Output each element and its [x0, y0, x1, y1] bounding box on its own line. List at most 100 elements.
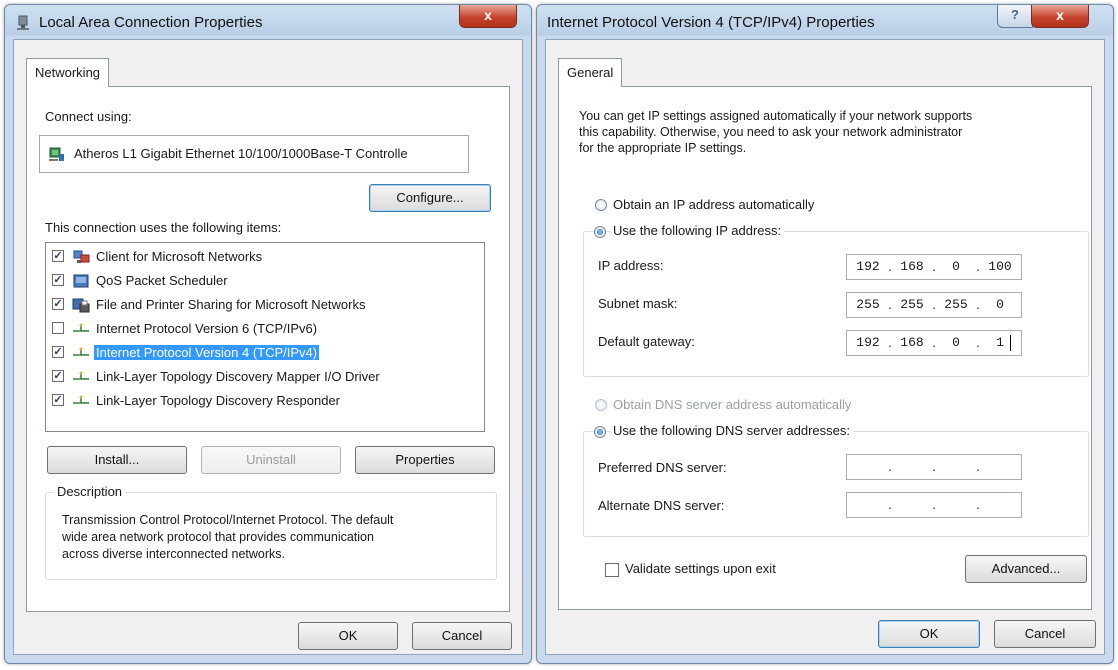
item-checkbox[interactable]: ✓ — [52, 394, 64, 406]
obtain-ip-auto-label: Obtain an IP address automatically — [613, 197, 815, 212]
item-checkbox[interactable]: ✓ — [52, 370, 64, 382]
subnet-mask-field[interactable]: 255 . 255 . 255 . 0 — [846, 292, 1022, 318]
install-button[interactable]: Install... — [47, 446, 187, 474]
octet-separator: . — [888, 335, 892, 350]
use-following-dns-radio[interactable] — [594, 426, 606, 438]
tab-networking[interactable]: Networking — [26, 58, 110, 87]
item-label: Internet Protocol Version 6 (TCP/IPv6) — [96, 321, 318, 336]
ipv4-properties-dialog: Internet Protocol Version 4 (TCP/IPv4) P… — [536, 4, 1114, 664]
obtain-dns-auto-radio[interactable] — [595, 399, 607, 411]
octet: 100 — [988, 259, 1012, 274]
dns-server-group: Use the following DNS server addresses: … — [583, 423, 1089, 537]
default-gateway-field[interactable]: 192 . 168 . 0 . 1 — [846, 330, 1022, 356]
item-label: Link-Layer Topology Discovery Mapper I/O… — [96, 369, 380, 384]
item-checkbox[interactable]: ✓ — [52, 250, 64, 262]
octet-separator: . — [932, 497, 936, 512]
validate-settings-checkbox[interactable] — [605, 563, 619, 577]
cancel-button[interactable]: Cancel — [412, 622, 512, 650]
use-following-ip-radio[interactable] — [594, 226, 606, 238]
title-bar[interactable]: Local Area Connection Properties x — [5, 5, 531, 39]
octet: 0 — [952, 259, 960, 274]
dialog-client-area: General You can get IP settings assigned… — [545, 39, 1105, 655]
text-cursor — [1010, 335, 1011, 351]
ip-address-field[interactable]: 192 . 168 . 0 . 100 — [846, 254, 1022, 280]
connection-items-list: ✓ Client for Microsoft Networks ✓ QoS Pa… — [45, 242, 485, 432]
description-title: Description — [54, 484, 126, 499]
octet-separator: . — [976, 335, 980, 350]
qos-icon — [73, 274, 89, 288]
use-following-dns-label: Use the following DNS server addresses: — [610, 423, 853, 438]
alternate-dns-field[interactable]: . . . — [846, 492, 1022, 518]
description-line-3: across diverse interconnected networks. — [62, 547, 286, 561]
item-label: Internet Protocol Version 4 (TCP/IPv4) — [94, 345, 320, 360]
validate-settings-label: Validate settings upon exit — [625, 561, 776, 576]
local-area-connection-properties-dialog: Local Area Connection Properties x Netwo… — [4, 4, 532, 664]
intro-line-3: for the appropriate IP settings. — [579, 141, 747, 155]
uninstall-button[interactable]: Uninstall — [201, 446, 341, 474]
cancel-button[interactable]: Cancel — [994, 620, 1096, 648]
description-line-2: wide area network protocol that provides… — [62, 530, 374, 544]
alternate-dns-label: Alternate DNS server: — [598, 498, 725, 513]
item-checkbox[interactable]: ✓ — [52, 298, 64, 310]
item-checkbox[interactable]: ✓ — [52, 274, 64, 286]
ok-button[interactable]: OK — [878, 620, 980, 648]
dialog-title: Internet Protocol Version 4 (TCP/IPv4) P… — [547, 14, 875, 31]
protocol-icon — [73, 371, 89, 380]
close-button[interactable]: x — [459, 5, 517, 28]
default-gateway-label: Default gateway: — [598, 334, 695, 349]
networking-tab-panel: Connect using: Atheros L1 Gigabit Ethern… — [26, 86, 510, 612]
octet-separator: . — [976, 259, 980, 274]
adapter-name: Atheros L1 Gigabit Ethernet 10/100/1000B… — [74, 146, 408, 161]
preferred-dns-field[interactable]: . . . — [846, 454, 1022, 480]
dialog-title: Local Area Connection Properties — [39, 14, 263, 31]
title-bar[interactable]: Internet Protocol Version 4 (TCP/IPv4) P… — [537, 5, 1113, 39]
general-tab-panel: You can get IP settings assigned automat… — [558, 86, 1092, 610]
octet-separator: . — [888, 259, 892, 274]
octet: 255 — [900, 297, 924, 312]
obtain-dns-auto-label: Obtain DNS server address automatically — [613, 397, 852, 412]
dialog-client-area: Networking Connect using: Atheros L1 Gig… — [13, 39, 523, 655]
octet-separator: . — [932, 259, 936, 274]
preferred-dns-label: Preferred DNS server: — [598, 460, 727, 475]
configure-button[interactable]: Configure... — [369, 184, 491, 212]
properties-button[interactable]: Properties — [355, 446, 495, 474]
ip-address-label: IP address: — [598, 258, 664, 273]
octet-separator: . — [932, 459, 936, 474]
use-following-ip-label: Use the following IP address: — [610, 223, 785, 238]
item-checkbox[interactable] — [52, 322, 64, 334]
octet-separator: . — [888, 297, 892, 312]
intro-line-1: You can get IP settings assigned automat… — [579, 109, 973, 123]
network-client-icon — [73, 250, 90, 263]
item-label: QoS Packet Scheduler — [96, 273, 228, 288]
close-button[interactable]: x — [1031, 5, 1089, 28]
octet-separator: . — [932, 335, 936, 350]
tab-general[interactable]: General — [558, 58, 623, 87]
obtain-ip-auto-radio[interactable] — [595, 199, 607, 211]
octet-separator: . — [976, 497, 980, 512]
ip-address-group: Use the following IP address: IP address… — [583, 223, 1089, 377]
item-checkbox[interactable]: ✓ — [52, 346, 64, 358]
octet-separator: . — [888, 497, 892, 512]
octet: 0 — [952, 335, 960, 350]
octet-separator: . — [888, 459, 892, 474]
octet: 192 — [856, 335, 880, 350]
octet-separator: . — [932, 297, 936, 312]
octet: 0 — [996, 297, 1004, 312]
ok-button[interactable]: OK — [298, 622, 398, 650]
octet: 168 — [900, 335, 924, 350]
connect-using-label: Connect using: — [45, 109, 132, 124]
protocol-icon — [73, 395, 89, 404]
advanced-button[interactable]: Advanced... — [965, 555, 1087, 583]
network-adapter-icon — [49, 147, 64, 161]
items-label: This connection uses the following items… — [45, 220, 282, 235]
network-connection-icon — [17, 15, 29, 30]
item-label: Client for Microsoft Networks — [96, 249, 263, 264]
help-button[interactable]: ? — [997, 5, 1033, 28]
octet: 192 — [856, 259, 880, 274]
item-label: Link-Layer Topology Discovery Responder — [96, 393, 340, 408]
subnet-mask-label: Subnet mask: — [598, 296, 678, 311]
description-line-1: Transmission Control Protocol/Internet P… — [62, 513, 394, 527]
protocol-icon — [73, 347, 89, 356]
item-label: File and Printer Sharing for Microsoft N… — [96, 297, 366, 312]
octet: 255 — [944, 297, 968, 312]
